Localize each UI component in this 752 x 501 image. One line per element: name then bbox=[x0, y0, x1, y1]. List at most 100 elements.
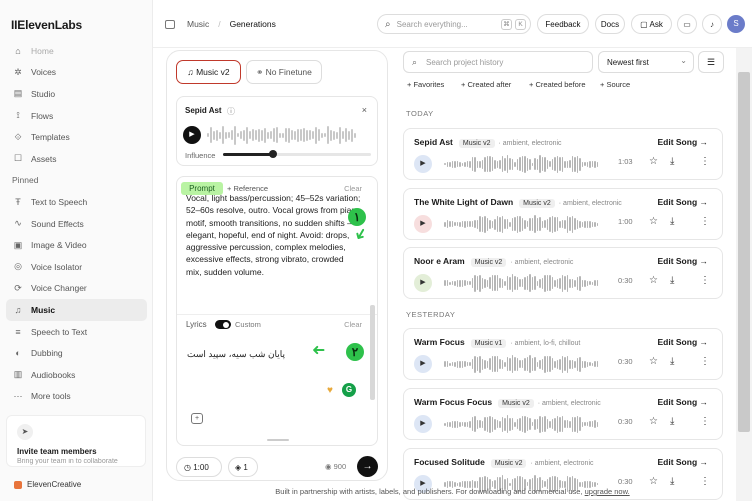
avatar[interactable]: S bbox=[727, 15, 745, 33]
generate-button[interactable]: → bbox=[357, 456, 378, 477]
lyrics-toggle[interactable] bbox=[215, 320, 231, 329]
play-button[interactable]: ▶ bbox=[414, 274, 432, 292]
prompt-textarea[interactable]: Vocal, light bass/percussion; 45–52s var… bbox=[186, 192, 361, 278]
info-icon[interactable]: ⓘ bbox=[227, 106, 235, 117]
waveform-bar bbox=[569, 420, 571, 428]
sidebar-item-music[interactable]: ♫ Music bbox=[6, 299, 147, 321]
grammarly-icon[interactable]: G bbox=[342, 383, 356, 397]
sidebar-item-assets[interactable]: ☐ Assets bbox=[6, 148, 147, 170]
song-title[interactable]: The White Light of Dawn bbox=[414, 197, 513, 207]
sidebar-item-image-video[interactable]: ▣ Image & Video bbox=[6, 234, 147, 256]
download-icon[interactable]: ⤓ bbox=[670, 416, 674, 427]
invite-card[interactable]: ➤ Invite team members Bring your team in… bbox=[6, 415, 146, 467]
reference-waveform[interactable] bbox=[207, 125, 356, 145]
sidebar-item-text-to-speech[interactable]: Ŧ Text to Speech bbox=[6, 191, 147, 213]
sidebar-item-home[interactable]: ⌂ Home bbox=[6, 40, 147, 62]
more-options-icon[interactable]: ⋮ bbox=[700, 356, 710, 367]
song-waveform[interactable] bbox=[444, 214, 598, 234]
edit-song-button[interactable]: Edit Song → bbox=[657, 397, 708, 407]
duration-button[interactable]: ◷ 1:00 bbox=[176, 457, 222, 477]
more-options-icon[interactable]: ⋮ bbox=[700, 156, 710, 167]
edit-song-button[interactable]: Edit Song → bbox=[657, 256, 708, 266]
sidebar-toggle-icon[interactable] bbox=[165, 19, 175, 29]
resize-handle[interactable] bbox=[267, 439, 289, 441]
more-options-icon[interactable]: ⋮ bbox=[700, 275, 710, 286]
more-options-icon[interactable]: ⋮ bbox=[700, 216, 710, 227]
reference-play-button[interactable]: ▶ bbox=[183, 126, 201, 144]
close-icon[interactable]: × bbox=[362, 105, 367, 115]
sidebar-item-dubbing[interactable]: ◐ Dubbing bbox=[6, 342, 147, 364]
history-search-input[interactable]: ⌕ Search project history bbox=[403, 51, 593, 73]
play-button[interactable]: ▶ bbox=[414, 155, 432, 173]
page-scrollbar-thumb[interactable] bbox=[738, 72, 750, 432]
sidebar-item-more-tools[interactable]: ⋯ More tools bbox=[6, 386, 147, 408]
upgrade-link[interactable]: upgrade now. bbox=[585, 487, 630, 496]
song-waveform[interactable] bbox=[444, 154, 598, 174]
song-title[interactable]: Focused Solitude bbox=[414, 457, 485, 467]
sidebar-item-flows[interactable]: ⟟ Flows bbox=[6, 105, 147, 127]
more-options-icon[interactable]: ⋮ bbox=[700, 416, 710, 427]
song-waveform[interactable] bbox=[444, 414, 598, 434]
feedback-button[interactable]: Feedback bbox=[537, 14, 589, 34]
download-icon[interactable]: ⤓ bbox=[670, 216, 674, 227]
song-title[interactable]: Warm Focus Focus bbox=[414, 397, 492, 407]
sort-select[interactable]: Newest first ⌄ bbox=[598, 51, 694, 73]
add-section-icon[interactable]: + bbox=[191, 413, 203, 424]
sidebar-item-voices[interactable]: ✲ Voices bbox=[6, 62, 147, 84]
model-selector-button[interactable]: ♫ Music v2 bbox=[176, 60, 241, 84]
song-card[interactable]: Noor e Aram Music v2 · ambient, electronic… bbox=[403, 247, 723, 299]
sidebar-item-sound-effects[interactable]: ∿ Sound Effects bbox=[6, 213, 147, 235]
play-button[interactable]: ▶ bbox=[414, 355, 432, 373]
sidebar-item-voice-isolator[interactable]: ◎ Voice Isolator bbox=[6, 256, 147, 278]
global-search-input[interactable]: ⌕ Search everything... ⌘ K bbox=[377, 14, 531, 34]
play-button[interactable]: ▶ bbox=[414, 415, 432, 433]
finetune-selector-button[interactable]: ⚭ No Finetune bbox=[246, 60, 322, 84]
song-card[interactable]: Warm Focus Focus Music v2 · ambient, elect… bbox=[403, 388, 723, 440]
filter-chip[interactable]: + Source bbox=[600, 80, 630, 92]
variants-button[interactable]: ◈ 1 bbox=[228, 457, 258, 477]
download-icon[interactable]: ⤓ bbox=[670, 275, 674, 286]
notifications-bell-icon[interactable]: ♪ bbox=[702, 14, 722, 34]
folder-icon[interactable]: ▭ bbox=[677, 14, 697, 34]
favorite-star-icon[interactable]: ☆ bbox=[649, 356, 658, 367]
song-card[interactable]: The White Light of Dawn Music v2 · ambient… bbox=[403, 188, 723, 240]
sidebar-item-templates[interactable]: ⟐ Templates bbox=[6, 126, 147, 148]
song-title[interactable]: Warm Focus bbox=[414, 337, 465, 347]
favorite-star-icon[interactable]: ☆ bbox=[649, 416, 658, 427]
docs-button[interactable]: Docs bbox=[595, 14, 625, 34]
filter-chip[interactable]: + Created after bbox=[461, 80, 511, 92]
logo[interactable]: IIElevenLabs bbox=[11, 18, 82, 32]
edit-song-button[interactable]: Edit Song → bbox=[657, 137, 708, 147]
sidebar-item-voice-changer[interactable]: ⟳ Voice Changer bbox=[6, 278, 147, 300]
lyrics-textarea[interactable]: پایان شب سیه، سپید است bbox=[187, 349, 287, 360]
song-waveform[interactable] bbox=[444, 354, 598, 374]
download-icon[interactable]: ⤓ bbox=[670, 156, 674, 167]
favorite-star-icon[interactable]: ☆ bbox=[649, 216, 658, 227]
prompt-scrollbar[interactable] bbox=[370, 305, 375, 400]
filter-chip[interactable]: + Favorites bbox=[407, 80, 444, 92]
workspace-switcher[interactable]: ElevenCreative bbox=[14, 480, 81, 489]
breadcrumb-parent[interactable]: Music bbox=[187, 19, 209, 29]
download-icon[interactable]: ⤓ bbox=[670, 356, 674, 367]
filter-chip[interactable]: + Created before bbox=[529, 80, 586, 92]
favorite-star-icon[interactable]: ☆ bbox=[649, 275, 658, 286]
song-waveform[interactable] bbox=[444, 273, 598, 293]
lyrics-clear-button[interactable]: Clear bbox=[344, 320, 362, 329]
song-card[interactable]: Sepid Ast Music v2 · ambient, electronic Ed… bbox=[403, 128, 723, 180]
influence-slider[interactable] bbox=[223, 150, 371, 158]
favorite-star-icon[interactable]: ☆ bbox=[649, 156, 658, 167]
song-card[interactable]: Warm Focus Music v1 · ambient, lo-fi, chil… bbox=[403, 328, 723, 380]
page-scrollbar[interactable] bbox=[736, 48, 752, 501]
edit-song-button[interactable]: Edit Song → bbox=[657, 337, 708, 347]
play-button[interactable]: ▶ bbox=[414, 215, 432, 233]
ask-button[interactable]: ▢ Ask bbox=[631, 14, 672, 34]
edit-song-button[interactable]: Edit Song → bbox=[657, 457, 708, 467]
waveform-bar bbox=[210, 127, 212, 143]
sidebar-item-audiobooks[interactable]: ▥ Audiobooks bbox=[6, 364, 147, 386]
filter-list-icon[interactable]: ☰ bbox=[698, 51, 724, 73]
sidebar-item-studio[interactable]: ▤ Studio bbox=[6, 83, 147, 105]
song-title[interactable]: Noor e Aram bbox=[414, 256, 465, 266]
song-title[interactable]: Sepid Ast bbox=[414, 137, 453, 147]
sidebar-item-speech-to-text[interactable]: ≡ Speech to Text bbox=[6, 321, 147, 343]
edit-song-button[interactable]: Edit Song → bbox=[657, 197, 708, 207]
